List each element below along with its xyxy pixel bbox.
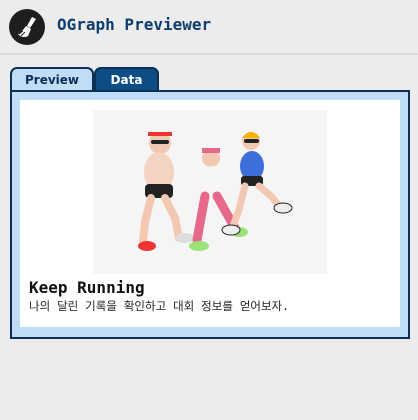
og-image <box>93 110 327 274</box>
app-header: OGraph Previewer <box>0 0 418 54</box>
runners-illustration <box>93 110 327 274</box>
app-logo <box>9 9 45 45</box>
app-title: OGraph Previewer <box>57 15 212 34</box>
tab-data[interactable]: Data <box>94 67 159 92</box>
og-title: Keep Running <box>29 278 145 297</box>
og-description: 나의 달린 기록을 확인하고 대회 정보를 얻어보자. <box>29 299 290 313</box>
og-card[interactable]: Keep Running 나의 달린 기록을 확인하고 대회 정보를 얻어보자. <box>20 100 400 327</box>
preview-panel: Keep Running 나의 달린 기록을 확인하고 대회 정보를 얻어보자. <box>10 90 410 339</box>
header-divider <box>0 53 418 55</box>
tab-preview[interactable]: Preview <box>10 67 94 92</box>
broom-icon <box>18 17 36 38</box>
